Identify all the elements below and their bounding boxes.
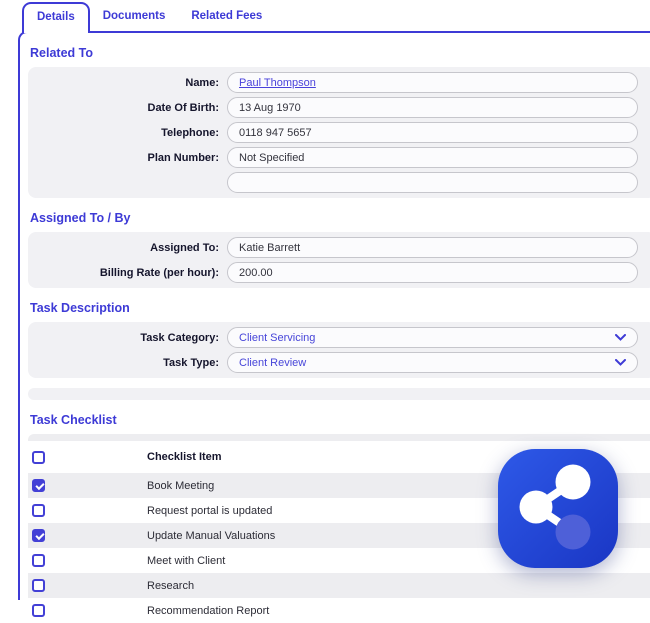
field-row-billing-rate: Billing Rate (per hour): 200.00 xyxy=(28,260,650,285)
network-nodes-logo-icon xyxy=(497,449,619,569)
task-type-value: Client Review xyxy=(239,356,307,369)
plan-number-field[interactable]: Not Specified xyxy=(227,147,638,168)
chevron-down-icon xyxy=(615,359,626,366)
dob-field[interactable]: 13 Aug 1970 xyxy=(227,97,638,118)
assigned-to-label: Assigned To: xyxy=(150,241,219,254)
checklist-checkbox[interactable] xyxy=(32,504,45,517)
assigned-to-field[interactable]: Katie Barrett xyxy=(227,237,638,258)
dob-label: Date Of Birth: xyxy=(147,101,220,114)
select-all-checkbox[interactable] xyxy=(32,450,45,464)
telephone-field[interactable]: 0118 947 5657 xyxy=(227,122,638,143)
task-type-label: Task Type: xyxy=(163,356,219,369)
field-row-dob: Date Of Birth: 13 Aug 1970 xyxy=(28,95,650,120)
field-row-task-category: Task Category: Client Servicing xyxy=(28,325,650,350)
checklist-checkbox[interactable] xyxy=(32,579,45,592)
billing-rate-label: Billing Rate (per hour): xyxy=(99,266,219,279)
checklist-checkbox[interactable] xyxy=(32,554,45,567)
checklist-column-header: Checklist Item xyxy=(147,451,222,463)
checklist-checkbox[interactable] xyxy=(32,529,45,542)
related-to-panel: Name: Paul Thompson Date Of Birth: 13 Au… xyxy=(28,67,650,198)
task-description-panel: Task Category: Client Servicing Task Typ… xyxy=(28,322,650,378)
chevron-down-icon xyxy=(615,334,626,341)
tab-related-fees[interactable]: Related Fees xyxy=(178,10,275,31)
task-description-heading: Task Description xyxy=(30,301,130,315)
field-row-name: Name: Paul Thompson xyxy=(28,70,650,95)
extra-field[interactable] xyxy=(227,172,638,193)
task-checklist-heading: Task Checklist xyxy=(30,413,117,427)
name-field[interactable]: Paul Thompson xyxy=(227,72,638,93)
checklist-item-label: Update Manual Valuations xyxy=(147,529,276,542)
checklist-item-label: Meet with Client xyxy=(147,554,226,567)
checklist-item-label: Book Meeting xyxy=(147,479,215,492)
assigned-heading: Assigned To / By xyxy=(30,211,131,225)
checklist-item-label: Recommendation Report xyxy=(147,604,270,617)
assigned-panel: Assigned To: Katie Barrett Billing Rate … xyxy=(28,232,650,288)
tab-bar: Details Documents Related Fees xyxy=(0,0,650,33)
field-row-assigned-to: Assigned To: Katie Barrett xyxy=(28,235,650,260)
related-to-heading: Related To xyxy=(30,46,93,60)
task-type-select[interactable]: Client Review xyxy=(227,352,638,373)
checklist-item-label: Request portal is updated xyxy=(147,504,273,517)
field-row-task-type: Task Type: Client Review xyxy=(28,350,650,375)
billing-rate-field[interactable]: 200.00 xyxy=(227,262,638,283)
tab-documents[interactable]: Documents xyxy=(90,10,179,31)
checklist-row: Research xyxy=(28,573,650,598)
plan-number-label: Plan Number: xyxy=(147,151,219,164)
checklist-checkbox[interactable] xyxy=(32,604,45,617)
client-name-link[interactable]: Paul Thompson xyxy=(239,77,316,89)
field-row-plan-number: Plan Number: Not Specified xyxy=(28,145,650,170)
task-category-select[interactable]: Client Servicing xyxy=(227,327,638,348)
field-row-extra xyxy=(28,170,650,195)
name-label: Name: xyxy=(185,76,219,89)
task-category-value: Client Servicing xyxy=(239,331,316,344)
checklist-table-top-edge xyxy=(28,434,650,441)
checklist-item-label: Research xyxy=(147,579,195,592)
tab-details[interactable]: Details xyxy=(22,2,90,33)
checklist-row: Recommendation Report xyxy=(28,598,650,623)
field-row-telephone: Telephone: 0118 947 5657 xyxy=(28,120,650,145)
task-category-label: Task Category: xyxy=(140,331,219,344)
collapsed-empty-panel xyxy=(28,388,650,400)
telephone-label: Telephone: xyxy=(161,126,219,139)
checklist-checkbox[interactable] xyxy=(32,479,45,492)
